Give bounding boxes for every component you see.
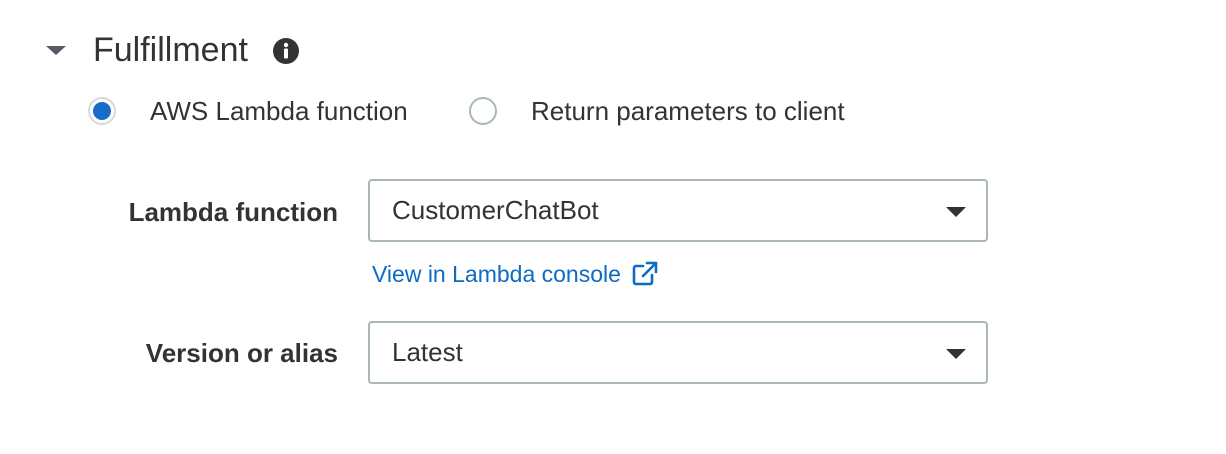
radio-aws-lambda-function[interactable]: AWS Lambda function <box>88 93 408 129</box>
info-icon[interactable] <box>272 37 300 65</box>
radio-return-parameters[interactable]: Return parameters to client <box>469 93 845 129</box>
fulfillment-panel: Fulfillment AWS Lambda function Return p… <box>0 0 1226 454</box>
view-in-lambda-console-link[interactable]: View in Lambda console <box>372 260 659 288</box>
radio-button-unchecked[interactable] <box>469 97 497 125</box>
version-or-alias-label: Version or alias <box>145 338 338 368</box>
external-link-icon <box>632 261 658 286</box>
dropdown-caret-icon <box>946 349 966 359</box>
radio-label: AWS Lambda function <box>150 95 408 126</box>
select-value: Latest <box>392 337 463 367</box>
lambda-function-label: Lambda function <box>128 197 338 227</box>
version-or-alias-select[interactable]: Latest <box>368 321 988 384</box>
select-value: CustomerChatBot <box>392 195 599 225</box>
radio-dot <box>93 102 111 120</box>
lambda-function-select[interactable]: CustomerChatBot <box>368 179 988 242</box>
section-title: Fulfillment <box>93 31 248 69</box>
dropdown-caret-icon <box>946 207 966 217</box>
radio-button-checked[interactable] <box>88 97 116 125</box>
radio-label: Return parameters to client <box>531 95 845 126</box>
link-text: View in Lambda console <box>372 260 621 287</box>
caret-down-icon[interactable] <box>46 46 66 55</box>
